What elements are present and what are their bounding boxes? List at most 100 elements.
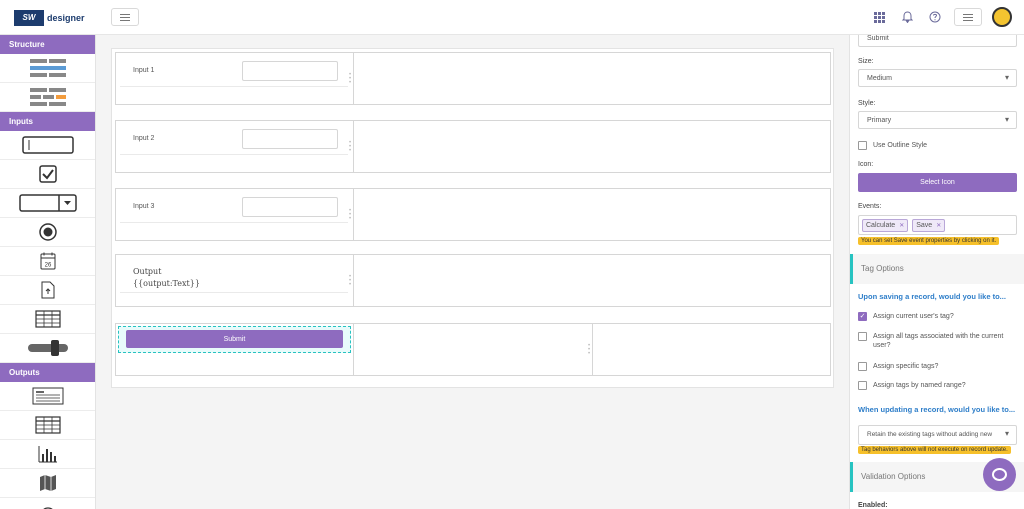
component-toolbox: Structure Inputs 26 Outputs [0, 35, 96, 509]
toolbox-item-grid-input[interactable] [0, 305, 95, 334]
size-select[interactable]: Medium [858, 69, 1017, 87]
file-upload-icon [41, 281, 54, 299]
style-select[interactable]: Primary [858, 111, 1017, 129]
toolbox-item-file-upload[interactable] [0, 276, 95, 305]
checkbox-icon[interactable] [858, 362, 867, 371]
drag-handle-icon[interactable]: • • • [349, 140, 352, 154]
updating-question: When updating a record, would you like t… [858, 405, 1016, 414]
checked-checkbox-icon[interactable]: ✓ [858, 312, 867, 321]
user-menu-button[interactable] [954, 8, 982, 26]
drag-handle-icon[interactable]: • • • [349, 208, 352, 222]
canvas-cell[interactable]: Input 1 • • • [116, 53, 354, 104]
text-input-2[interactable] [242, 129, 338, 149]
top-icons [870, 7, 1012, 27]
drag-handle-icon[interactable]: • • • [349, 72, 352, 86]
toolbox-item-slider[interactable] [0, 334, 95, 363]
events-tag-input[interactable]: Calculate ✕ Save ✕ [858, 215, 1017, 235]
chat-button[interactable] [983, 458, 1016, 491]
event-tag-save[interactable]: Save ✕ [912, 219, 946, 232]
assign-named-range-checkbox[interactable]: Assign tags by named range? [858, 381, 1018, 390]
table-icon [34, 416, 61, 434]
drag-handle-icon[interactable]: • • • [349, 274, 352, 288]
menu-toggle-button[interactable] [111, 8, 139, 26]
toolbox-item-text-output[interactable] [0, 382, 95, 411]
close-icon[interactable]: ✕ [899, 222, 904, 229]
layout-row-icon [29, 59, 66, 77]
slider-icon [27, 340, 68, 356]
update-note: Tag behaviors above will not execute on … [858, 446, 1011, 454]
toolbox-item-dropdown[interactable] [0, 189, 95, 218]
update-behavior-select[interactable]: Retain the existing tags without adding … [858, 425, 1017, 445]
chat-bubble-icon [992, 468, 1007, 481]
assign-current-checkbox[interactable]: ✓ Assign current user's tag? [858, 312, 1018, 321]
output-title: Output [133, 267, 162, 276]
outline-style-checkbox[interactable]: Use Outline Style [858, 141, 1018, 150]
bell-icon[interactable] [898, 8, 916, 26]
field-label: Input 2 [133, 135, 155, 142]
saving-question: Upon saving a record, would you like to.… [858, 292, 1006, 301]
checkbox-icon[interactable] [858, 141, 867, 150]
logo[interactable]: SW designer [14, 9, 85, 26]
gauge-icon [42, 507, 53, 509]
toolbox-item-gauge[interactable] [0, 498, 95, 509]
select-icon-button[interactable]: Select Icon [858, 173, 1017, 192]
apps-grid-icon[interactable] [870, 8, 888, 26]
toolbox-section-inputs: Inputs [0, 112, 95, 131]
text-output-icon [32, 387, 63, 405]
size-value: Medium [867, 75, 892, 82]
close-icon[interactable]: ✕ [936, 222, 941, 229]
toolbox-item-table-output[interactable] [0, 411, 95, 440]
events-label: Events: [858, 203, 882, 210]
canvas-row-1[interactable]: Input 1 • • • [115, 52, 831, 105]
output-field[interactable]: Output {{output:Text}} [120, 259, 348, 293]
checkbox-icon[interactable] [858, 381, 867, 390]
assign-all-checkbox[interactable]: Assign all tags associated with the curr… [858, 332, 1018, 350]
assign-specific-checkbox[interactable]: Assign specific tags? [858, 362, 1018, 371]
toolbox-item-radio[interactable] [0, 218, 95, 247]
tag-options-header[interactable]: Tag Options [850, 254, 1024, 284]
canvas-row-4[interactable]: Output {{output:Text}} • • • [115, 254, 831, 307]
enabled-label: Enabled: [858, 502, 888, 509]
canvas-cell[interactable]: Submit [116, 324, 354, 375]
map-icon [39, 475, 56, 491]
hamburger-icon [120, 13, 130, 21]
input-field-1[interactable]: Input 1 [120, 57, 348, 87]
input-field-3[interactable]: Input 3 [120, 193, 348, 223]
bar-chart-icon [38, 446, 57, 463]
checkbox-icon[interactable] [858, 332, 867, 341]
drag-handle-icon[interactable]: • • • [588, 343, 591, 357]
properties-panel: Submit Size: Medium Style: Primary Use O… [849, 35, 1024, 509]
canvas-row-5[interactable]: Submit • • • [115, 323, 831, 376]
selected-element-outline[interactable]: Submit [118, 326, 351, 353]
toolbox-item-text-input[interactable] [0, 131, 95, 160]
events-note: You can set Save event properties by cli… [858, 237, 1000, 245]
toolbox-item-layout-row[interactable] [0, 54, 95, 83]
canvas-cell[interactable]: Input 2 • • • [116, 121, 354, 172]
canvas-cell[interactable]: Output {{output:Text}} • • • [116, 255, 354, 306]
toolbox-item-chart[interactable] [0, 440, 95, 469]
field-label: Input 3 [133, 203, 155, 210]
submit-button[interactable]: Submit [126, 330, 343, 348]
calendar-day: 26 [44, 263, 51, 269]
toolbox-section-outputs: Outputs [0, 363, 95, 382]
layout-columns-icon [29, 88, 66, 106]
toolbox-item-date[interactable]: 26 [0, 247, 95, 276]
toolbox-section-structure: Structure [0, 35, 95, 54]
canvas-cell[interactable]: Input 3 • • • [116, 189, 354, 240]
text-input-3[interactable] [242, 197, 338, 217]
help-icon[interactable] [926, 8, 944, 26]
event-tag-calculate[interactable]: Calculate ✕ [862, 219, 909, 232]
canvas-row-3[interactable]: Input 3 • • • [115, 188, 831, 241]
toolbox-item-layout-columns[interactable] [0, 83, 95, 112]
logo-text: designer [47, 12, 85, 23]
input-field-2[interactable]: Input 2 [120, 125, 348, 155]
canvas-cell[interactable]: • • • [354, 324, 593, 375]
toolbox-item-checkbox[interactable] [0, 160, 95, 189]
text-input-1[interactable] [242, 61, 338, 81]
toolbox-item-map[interactable] [0, 469, 95, 498]
button-text-input[interactable]: Submit [858, 35, 1017, 47]
output-expression: {{output:Text}} [133, 279, 200, 288]
canvas-row-2[interactable]: Input 2 • • • [115, 120, 831, 173]
avatar[interactable] [992, 7, 1012, 27]
form-canvas: Input 1 • • • Input 2 • • • Input 3 • • • Outp… [111, 48, 834, 388]
